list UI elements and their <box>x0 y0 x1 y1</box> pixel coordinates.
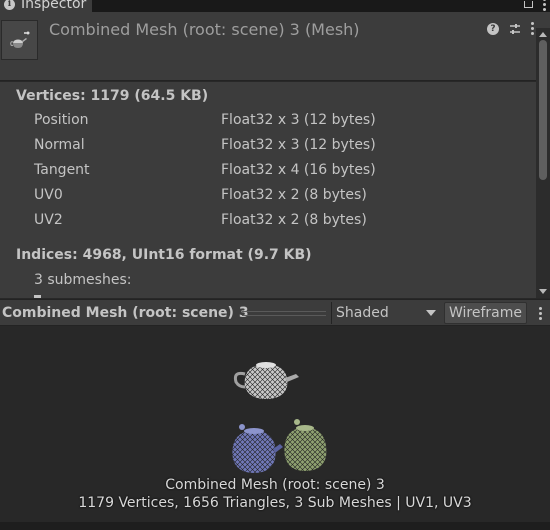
attribute-name: Position <box>34 112 89 128</box>
header-title: Combined Mesh (root: scene) 3 (Mesh) <box>49 20 360 39</box>
attribute-name: Tangent <box>34 162 90 178</box>
help-icon[interactable]: ? <box>487 22 499 35</box>
attribute-name: UV0 <box>34 187 63 203</box>
preview-mesh-stats: 1179 Vertices, 1656 Triangles, 3 Sub Mes… <box>78 495 472 511</box>
indices-title: Indices: 4968, UInt16 format (9.7 KB) <box>16 247 312 263</box>
preset-icon[interactable] <box>509 23 521 35</box>
info-icon: i <box>4 0 15 10</box>
teapot-green <box>284 419 327 471</box>
preview-menu-icon[interactable] <box>539 307 542 320</box>
mesh-info-panel: Vertices: 1179 (64.5 KB) Position Float3… <box>0 82 536 298</box>
lock-icon[interactable] <box>524 0 533 8</box>
teapot-blue <box>232 424 283 473</box>
submesh-foldout-marker <box>34 295 41 298</box>
window-tab-strip: i Inspector <box>0 0 550 12</box>
vertices-title: Vertices: 1179 (64.5 KB) <box>16 88 209 104</box>
attribute-format: Float32 x 2 (8 bytes) <box>221 212 367 228</box>
shading-mode-value: Shaded <box>336 305 389 321</box>
shading-mode-select[interactable]: Shaded <box>331 302 441 324</box>
scroll-thumb[interactable] <box>539 40 547 180</box>
attribute-format: Float32 x 3 (12 bytes) <box>221 112 376 128</box>
attribute-format: Float32 x 3 (12 bytes) <box>221 137 376 153</box>
preview-title: Combined Mesh (root: scene) 3 <box>2 305 249 321</box>
bottom-border <box>0 522 550 530</box>
inspector-scrollbar[interactable] <box>536 28 550 298</box>
preview-mesh-name: Combined Mesh (root: scene) 3 <box>165 477 385 493</box>
tab-inspector-label: Inspector <box>21 0 87 12</box>
attribute-name: Normal <box>34 137 85 153</box>
window-buttons <box>524 0 546 12</box>
resize-grip[interactable] <box>242 311 326 316</box>
attribute-name: UV2 <box>34 212 63 228</box>
attribute-format: Float32 x 2 (8 bytes) <box>221 187 367 203</box>
mesh-icon <box>1 20 38 60</box>
kebab-menu-icon[interactable] <box>531 22 534 35</box>
mesh-preview-viewport[interactable]: Combined Mesh (root: scene) 3 1179 Verti… <box>0 327 550 522</box>
header-buttons: ? <box>487 22 534 35</box>
scroll-up-icon[interactable] <box>539 32 547 37</box>
tab-inspector[interactable]: i Inspector <box>0 0 92 12</box>
attribute-format: Float32 x 4 (16 bytes) <box>221 162 376 178</box>
window-menu-icon[interactable] <box>543 0 546 11</box>
scroll-down-icon[interactable] <box>539 289 547 294</box>
submeshes-label: 3 submeshes: <box>34 272 132 288</box>
wireframe-toggle[interactable]: Wireframe <box>444 302 527 324</box>
teapot-preview <box>232 362 327 473</box>
dropdown-icon <box>426 310 436 316</box>
inspector-header: Combined Mesh (root: scene) 3 (Mesh) ? <box>0 12 550 81</box>
preview-toolbar: Combined Mesh (root: scene) 3 Shaded Wir… <box>0 299 550 326</box>
teapot-white <box>233 362 299 399</box>
